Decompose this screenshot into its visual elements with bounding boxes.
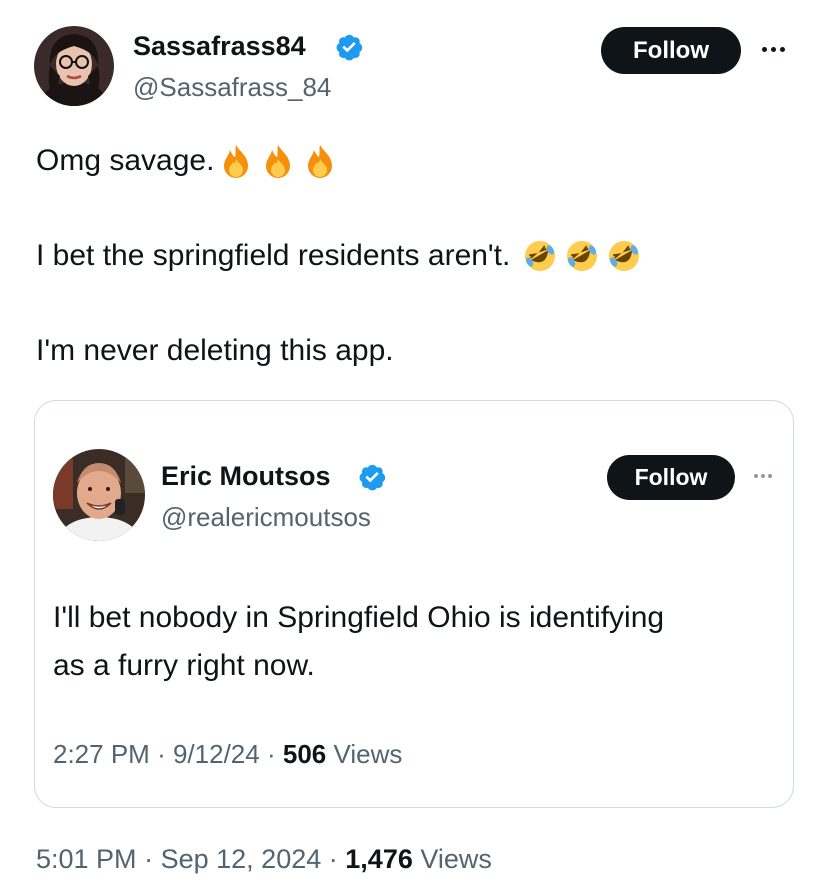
quoted-post-date[interactable]: 9/12/24 [173,739,260,769]
separator: · [157,739,166,769]
fire-emoji-icon [224,145,249,178]
post-meta: 5:01 PM · Sep 12, 2024 · 1,476 Views [36,844,492,875]
author-name[interactable]: Sassafrass84 [133,31,306,62]
verified-badge-icon [359,464,386,491]
quoted-more-options-icon[interactable] [754,474,772,478]
quoted-author-handle[interactable]: @realericmoutsos [161,502,371,533]
post-text-line-3: I'm never deleting this app. [36,330,394,372]
rolling-laughing-emoji-icon [525,241,556,271]
quoted-post-text-line-1: I'll bet nobody in Springfield Ohio is i… [53,601,665,634]
post-text-line-2-text: I bet the springfield residents aren't. [36,239,511,272]
separator: · [266,739,276,769]
author-handle[interactable]: @Sassafrass_84 [133,72,331,103]
post-date[interactable]: Sep 12, 2024 [161,844,322,874]
post-views-label: Views [420,844,492,874]
quoted-post-time[interactable]: 2:27 PM [53,739,150,769]
fire-emoji-icon [308,145,333,178]
quoted-follow-button[interactable]: Follow [607,455,735,500]
post-time[interactable]: 5:01 PM [36,844,137,874]
quoted-post-views-count: 506 [282,739,327,769]
post-text-line-3-text: I'm never deleting this app. [36,334,394,367]
verified-badge-icon [336,34,363,61]
author-avatar[interactable] [34,26,114,106]
rolling-laughing-emoji-icon [609,241,640,271]
post-text-line-1-text: Omg savage. [36,144,215,177]
more-options-icon[interactable] [762,47,785,52]
quoted-author-avatar[interactable] [53,449,145,541]
quoted-author-name[interactable]: Eric Moutsos [161,461,331,492]
rolling-laughing-emoji-icon [567,241,598,271]
quoted-post-views-label: Views [333,739,403,769]
post-views-count: 1,476 [345,844,413,874]
post-text-line-1: Omg savage. [36,140,338,182]
follow-button[interactable]: Follow [601,27,741,74]
quoted-post-card[interactable]: Eric Moutsos @realericmoutsos Follow I'l… [34,400,794,808]
post-text-line-2: I bet the springfield residents aren't. [36,234,642,278]
separator: · [144,844,154,874]
separator: · [328,844,338,874]
fire-emoji-icon [266,145,291,178]
quoted-post-text-line-2: as a furry right now. [53,649,315,682]
quoted-post-meta: 2:27 PM · 9/12/24 · 506 Views [53,739,402,770]
